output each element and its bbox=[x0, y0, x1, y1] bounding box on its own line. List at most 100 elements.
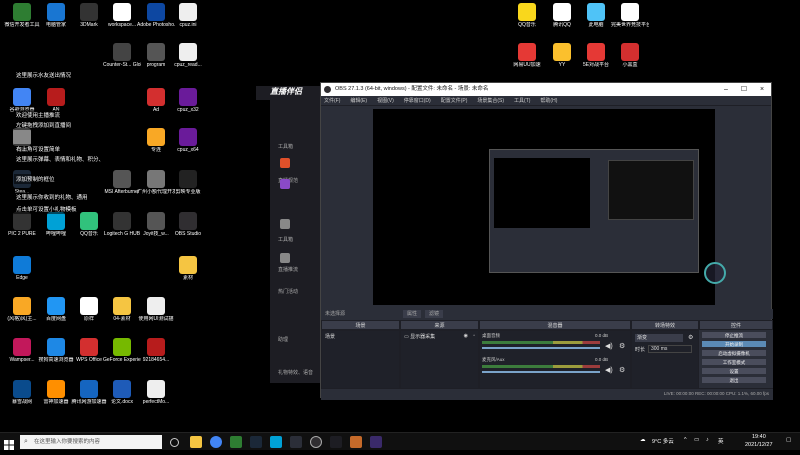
volume-icon[interactable]: ♪ bbox=[706, 437, 709, 443]
scene-item[interactable]: 场景 bbox=[322, 331, 399, 342]
control-button-0[interactable]: 停止推流 bbox=[701, 331, 767, 339]
zhibo-tool-icon[interactable] bbox=[280, 179, 290, 189]
desktop-icon[interactable]: Wampser... bbox=[3, 338, 41, 378]
overlay-message: 这里展示你收到的礼物、通用 bbox=[14, 192, 90, 202]
volume-slider[interactable] bbox=[482, 347, 600, 349]
menu-item[interactable]: 帮助(H) bbox=[540, 98, 557, 104]
notification-icon[interactable]: ▢ bbox=[786, 437, 791, 443]
desktop-icon[interactable]: workspace... bbox=[103, 3, 141, 43]
clock-time[interactable]: 19:40 bbox=[752, 434, 766, 440]
gear-icon[interactable]: ⚙ bbox=[619, 342, 625, 350]
scenes-list[interactable]: 场景 bbox=[321, 330, 400, 392]
chrome-icon[interactable] bbox=[210, 436, 222, 448]
game-icon[interactable] bbox=[350, 436, 362, 448]
task-view-icon[interactable] bbox=[170, 438, 179, 447]
volume-slider[interactable] bbox=[482, 371, 600, 373]
desktop-icon[interactable]: 5E对战平台 bbox=[577, 43, 615, 83]
desktop-icon[interactable]: 暴雪战网 bbox=[3, 380, 41, 420]
menu-item[interactable]: 配置文件(P) bbox=[441, 98, 468, 104]
pr-icon[interactable] bbox=[370, 436, 382, 448]
menu-item[interactable]: 编辑(E) bbox=[350, 98, 367, 104]
maximize-icon[interactable]: ☐ bbox=[735, 83, 753, 96]
zhibo-sidebar-item[interactable]: 助理 bbox=[278, 336, 288, 343]
desktop-icon[interactable]: 92184654... bbox=[137, 338, 175, 378]
menu-item[interactable]: 场景集合(S) bbox=[477, 98, 504, 104]
speaker-icon[interactable]: ◀) bbox=[605, 366, 613, 374]
desktop-icon[interactable]: MSI Afterburner bbox=[103, 170, 141, 210]
desktop-icon[interactable]: 完美世界竞技平台 bbox=[611, 3, 649, 43]
desktop-icon[interactable]: perfectMo... bbox=[137, 380, 175, 420]
desktop-icon[interactable]: GeForce Experience bbox=[103, 338, 141, 378]
desktop-icon[interactable]: 此电脑 bbox=[577, 3, 615, 43]
properties-button[interactable]: 属性 bbox=[403, 310, 422, 318]
desktop-icon[interactable]: 论文.docx bbox=[103, 380, 141, 420]
desktop-icon[interactable]: cpuz.ini bbox=[169, 3, 207, 43]
control-button-4[interactable]: 设置 bbox=[701, 367, 767, 375]
zhibo-sidebar-item[interactable]: 礼物特效、语音 bbox=[278, 369, 313, 376]
close-icon[interactable]: × bbox=[753, 83, 771, 96]
zhibo-sidebar-item[interactable]: 直播推流 bbox=[278, 266, 298, 273]
desktop-icon[interactable]: (风格)风(主... bbox=[3, 297, 41, 337]
menu-item[interactable]: 文件(F) bbox=[324, 98, 340, 104]
zhibo-icon[interactable] bbox=[330, 436, 342, 448]
desktop-icon[interactable]: 腾讯QQ bbox=[543, 3, 581, 43]
menu-item[interactable]: 停靠窗口(D) bbox=[404, 98, 431, 104]
source-item[interactable]: ▭ 显示器采集 ◉ ▫ bbox=[401, 331, 478, 342]
ime-lang[interactable]: 英 bbox=[718, 437, 724, 445]
app-icon[interactable] bbox=[290, 436, 302, 448]
zhibo-sidebar-item[interactable]: 工具箱 bbox=[278, 236, 293, 243]
taskbar-search-input[interactable]: ⌕ 在这里输入你要搜索的内容 bbox=[20, 435, 162, 449]
control-button-3[interactable]: 工作室模式 bbox=[701, 358, 767, 366]
desktop-icon[interactable]: OBS Studio bbox=[169, 212, 207, 252]
speaker-icon[interactable]: ◀) bbox=[605, 342, 613, 350]
desktop-icon[interactable]: cpuz_x32 bbox=[169, 88, 207, 128]
desktop-icon[interactable]: 使用网UI测试描 bbox=[137, 297, 175, 337]
visibility-eye-icon[interactable]: ◉ bbox=[464, 333, 468, 339]
desktop-icon[interactable]: 微信开发者工具 bbox=[3, 3, 41, 43]
filters-button[interactable]: 滤镜 bbox=[425, 310, 444, 318]
desktop-icon[interactable]: cpuz_x64 bbox=[169, 128, 207, 168]
menu-item[interactable]: 工具(T) bbox=[514, 98, 530, 104]
duration-input[interactable]: 300 ms bbox=[648, 345, 692, 353]
clock-date[interactable]: 2021/12/27 bbox=[745, 442, 773, 448]
weather-text[interactable]: 9°C 多云 bbox=[652, 437, 674, 445]
desktop-icon[interactable]: cpuz_read... bbox=[169, 43, 207, 83]
obs-titlebar[interactable]: OBS 27.1.3 (64-bit, windows) - 配置文件: 未命名… bbox=[321, 83, 771, 96]
zhibo-tool-icon[interactable] bbox=[280, 219, 290, 229]
desktop-icon[interactable]: QQ音乐 bbox=[508, 3, 546, 43]
transition-select[interactable]: 渐变 bbox=[635, 334, 683, 342]
gear-icon[interactable]: ⚙ bbox=[619, 366, 625, 374]
zhibo-tool-icon[interactable] bbox=[280, 158, 290, 168]
network-icon[interactable]: ▭ bbox=[694, 437, 699, 443]
desktop-icon[interactable]: 网易UU加速 bbox=[508, 43, 546, 83]
zhibo-sidebar-item[interactable]: 工具箱 bbox=[278, 143, 293, 150]
zhibo-tool-icon[interactable] bbox=[280, 253, 290, 263]
control-button-1[interactable]: 开始录制 bbox=[701, 340, 767, 348]
control-button-5[interactable]: 退出 bbox=[701, 376, 767, 384]
desktop-icon[interactable]: 剪映专业版 bbox=[169, 170, 207, 210]
bilibili-icon[interactable] bbox=[270, 436, 282, 448]
zhibo-sidebar-item[interactable]: 热门活动 bbox=[278, 288, 298, 295]
desktop-icon[interactable]: 小黑盒 bbox=[611, 43, 649, 83]
steam-icon[interactable] bbox=[250, 436, 262, 448]
menu-item[interactable]: 视图(V) bbox=[377, 98, 394, 104]
lock-icon[interactable]: ▫ bbox=[473, 333, 475, 339]
control-button-2[interactable]: 启动虚拟摄像机 bbox=[701, 349, 767, 357]
obs-icon[interactable] bbox=[310, 436, 322, 448]
desktop-icon[interactable]: Edge bbox=[3, 256, 41, 296]
media-player-icon[interactable] bbox=[230, 436, 242, 448]
file-explorer-icon[interactable] bbox=[190, 436, 202, 448]
desktop-icon[interactable]: PIC 2 PURE bbox=[3, 212, 41, 252]
sources-list[interactable]: ▭ 显示器采集 ◉ ▫ bbox=[400, 330, 479, 392]
minimize-icon[interactable]: – bbox=[717, 83, 735, 96]
desktop-icon[interactable]: 04-素材 bbox=[103, 297, 141, 337]
windows-start-icon[interactable] bbox=[4, 437, 14, 450]
weather-icon[interactable]: ☁ bbox=[640, 437, 646, 443]
desktop-icon[interactable]: YY bbox=[543, 43, 581, 83]
obs-preview[interactable] bbox=[373, 109, 715, 305]
desktop-icon[interactable]: Counter-St... Global Off... bbox=[103, 43, 141, 83]
desktop-icon[interactable]: Logitech G HUB bbox=[103, 212, 141, 252]
transition-gear-icon[interactable]: ⚙ bbox=[688, 334, 693, 341]
desktop-icon[interactable]: 素材 bbox=[169, 256, 207, 296]
tray-chevron-icon[interactable]: ^ bbox=[684, 437, 687, 443]
